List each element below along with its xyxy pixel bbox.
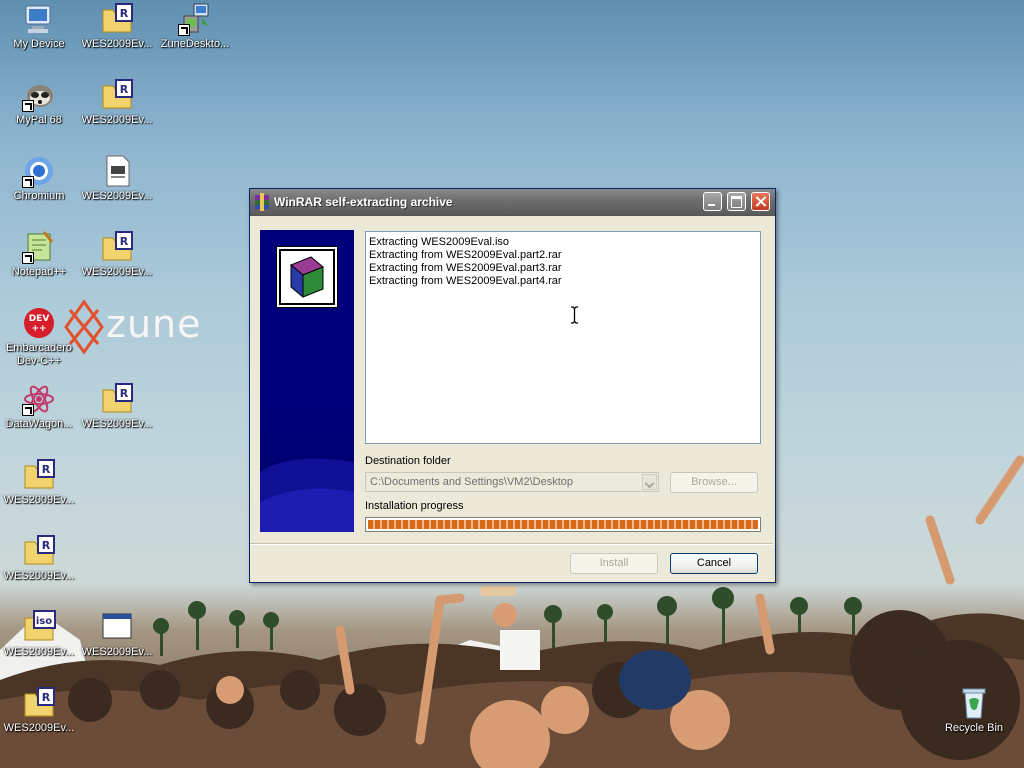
desktop-icon-label: Chromium xyxy=(13,190,65,202)
desktop-icon-label: WES2009Ev... xyxy=(81,266,153,278)
archive-box-icon xyxy=(276,246,338,308)
log-line: Extracting from WES2009Eval.part4.rar xyxy=(369,275,562,287)
recycle-bin-icon xyxy=(957,686,991,720)
installation-progress-label: Installation progress xyxy=(365,500,464,512)
desktop-icon-wes2009-rar-3[interactable]: R WES2009Ev... xyxy=(79,230,155,279)
desktop-icon-wes2009-rar-2[interactable]: R WES2009Ev... xyxy=(79,78,155,127)
desktop-icon-wes2009-rar-1[interactable]: R WES2009Ev... xyxy=(79,2,155,51)
desktop-icon-label: DataWagon... xyxy=(5,418,73,430)
shortcut-arrow-icon xyxy=(22,404,34,416)
desktop-icon-label: WES2009Ev... xyxy=(81,114,153,126)
svg-text:iso: iso xyxy=(36,616,52,627)
desktop-icon-label: WES2009Ev... xyxy=(81,38,153,50)
svg-text:R: R xyxy=(120,235,129,248)
winrar-archive-icon: R xyxy=(100,78,134,112)
title-bar[interactable]: WinRAR self-extracting archive xyxy=(250,189,775,216)
winrar-archive-icon: R xyxy=(22,458,56,492)
desktop-icon-my-device[interactable]: My Device xyxy=(1,2,77,51)
desktop-icon-wes2009-rar-7[interactable]: R WES2009Ev... xyxy=(1,686,77,735)
minimize-button[interactable] xyxy=(703,192,722,211)
desktop-icon-label: WES2009Ev... xyxy=(81,646,153,658)
desktop-icon-label: Recycle Bin xyxy=(944,722,1004,734)
chromium-icon xyxy=(22,154,56,188)
desktop-icon-mypal[interactable]: MyPal 68 xyxy=(1,78,77,127)
log-line: Extracting WES2009Eval.iso xyxy=(369,236,510,248)
desktop-icon-label: WES2009Ev... xyxy=(3,494,75,506)
atom-icon xyxy=(22,382,56,416)
desktop-icon-wes2009-rar-6[interactable]: R WES2009Ev... xyxy=(1,534,77,583)
svg-text:R: R xyxy=(42,691,51,704)
chevron-down-icon[interactable] xyxy=(642,474,657,490)
desktop-icon-notepadpp[interactable]: Notepad++ xyxy=(1,230,77,279)
desktop-icon-wes2009-file[interactable]: WES2009Ev... xyxy=(79,154,155,203)
desktop-icon-label: MyPal 68 xyxy=(16,114,62,126)
svg-text:R: R xyxy=(42,463,51,476)
text-cursor-icon xyxy=(571,306,578,324)
desktop-icon-wes2009-exe[interactable]: WES2009Ev... xyxy=(79,610,155,659)
winrar-archive-icon: R xyxy=(100,382,134,416)
svg-text:DEV: DEV xyxy=(29,314,50,324)
desktop-icon-label: Embarcadero Dev-C++ xyxy=(5,342,73,367)
banner-decoration xyxy=(260,458,354,532)
winrar-archive-icon: R xyxy=(100,2,134,36)
desktop-icon-label: ZuneDeskto... xyxy=(160,38,230,50)
shortcut-arrow-icon xyxy=(22,100,34,112)
desktop-icon-label: WES2009Ev... xyxy=(81,190,153,202)
shortcut-arrow-icon xyxy=(178,24,190,36)
destination-folder-combo[interactable]: C:\Documents and Settings\VM2\Desktop xyxy=(365,472,659,492)
winrar-icon xyxy=(253,193,271,211)
desktop-icon-recycle-bin[interactable]: Recycle Bin xyxy=(936,686,1012,735)
winrar-sfx-window: WinRAR self-extracting archive Extractin… xyxy=(249,188,776,583)
installer-icon xyxy=(178,2,212,36)
shortcut-arrow-icon xyxy=(22,252,34,264)
log-line: Extracting from WES2009Eval.part3.rar xyxy=(369,262,562,274)
progress-fill xyxy=(368,520,758,529)
notepadpp-icon xyxy=(22,230,56,264)
desktop-icon-label: WES2009Ev... xyxy=(3,722,75,734)
document-icon xyxy=(100,154,134,188)
close-button[interactable] xyxy=(751,192,770,211)
zune-wordmark: zune xyxy=(106,302,202,346)
desktop-icon-datawagon[interactable]: DataWagon... xyxy=(1,382,77,431)
iso-archive-icon: iso xyxy=(22,610,56,644)
desktop-icon-label: WES2009Ev... xyxy=(3,570,75,582)
desktop-icon-wes2009-rar-5[interactable]: R WES2009Ev... xyxy=(1,458,77,507)
window-title: WinRAR self-extracting archive xyxy=(274,195,453,209)
destination-folder-label: Destination folder xyxy=(365,455,451,467)
log-line: Extracting from WES2009Eval.part2.rar xyxy=(369,249,562,261)
desktop-icon-wes2009-rar-4[interactable]: R WES2009Ev... xyxy=(79,382,155,431)
winrar-archive-icon: R xyxy=(22,686,56,720)
desktop-icon-devcpp[interactable]: DEV ++ Embarcadero Dev-C++ xyxy=(1,306,77,368)
desktop-icon-wes2009-iso[interactable]: iso WES2009Ev... xyxy=(1,610,77,659)
desktop-icon-label: Notepad++ xyxy=(11,266,67,278)
desktop-icon-label: My Device xyxy=(13,38,65,50)
install-button[interactable]: Install xyxy=(570,553,658,574)
desktop-icon-label: WES2009Ev... xyxy=(81,418,153,430)
installation-progress-bar xyxy=(365,517,761,532)
destination-folder-value: C:\Documents and Settings\VM2\Desktop xyxy=(370,476,573,488)
raccoon-icon xyxy=(22,78,56,112)
browse-button[interactable]: Browse... xyxy=(670,472,758,493)
computer-icon xyxy=(22,2,56,36)
desktop-icon-chromium[interactable]: Chromium xyxy=(1,154,77,203)
wizard-side-banner xyxy=(260,230,354,532)
desktop-icon-zune-desktop[interactable]: ZuneDeskto... xyxy=(157,2,233,51)
window-app-icon xyxy=(100,610,134,644)
svg-text:R: R xyxy=(42,539,51,552)
cancel-button[interactable]: Cancel xyxy=(670,553,758,574)
winrar-archive-icon: R xyxy=(100,230,134,264)
button-separator xyxy=(250,543,773,545)
svg-text:++: ++ xyxy=(31,324,46,334)
desktop-icon-label: WES2009Ev... xyxy=(3,646,75,658)
devcpp-icon: DEV ++ xyxy=(22,306,56,340)
svg-text:R: R xyxy=(120,83,129,96)
winrar-archive-icon: R xyxy=(22,534,56,568)
svg-text:R: R xyxy=(120,7,129,20)
maximize-button[interactable] xyxy=(727,192,746,211)
svg-text:R: R xyxy=(120,387,129,400)
extraction-log[interactable]: Extracting WES2009Eval.iso Extracting fr… xyxy=(365,231,761,444)
shortcut-arrow-icon xyxy=(22,176,34,188)
